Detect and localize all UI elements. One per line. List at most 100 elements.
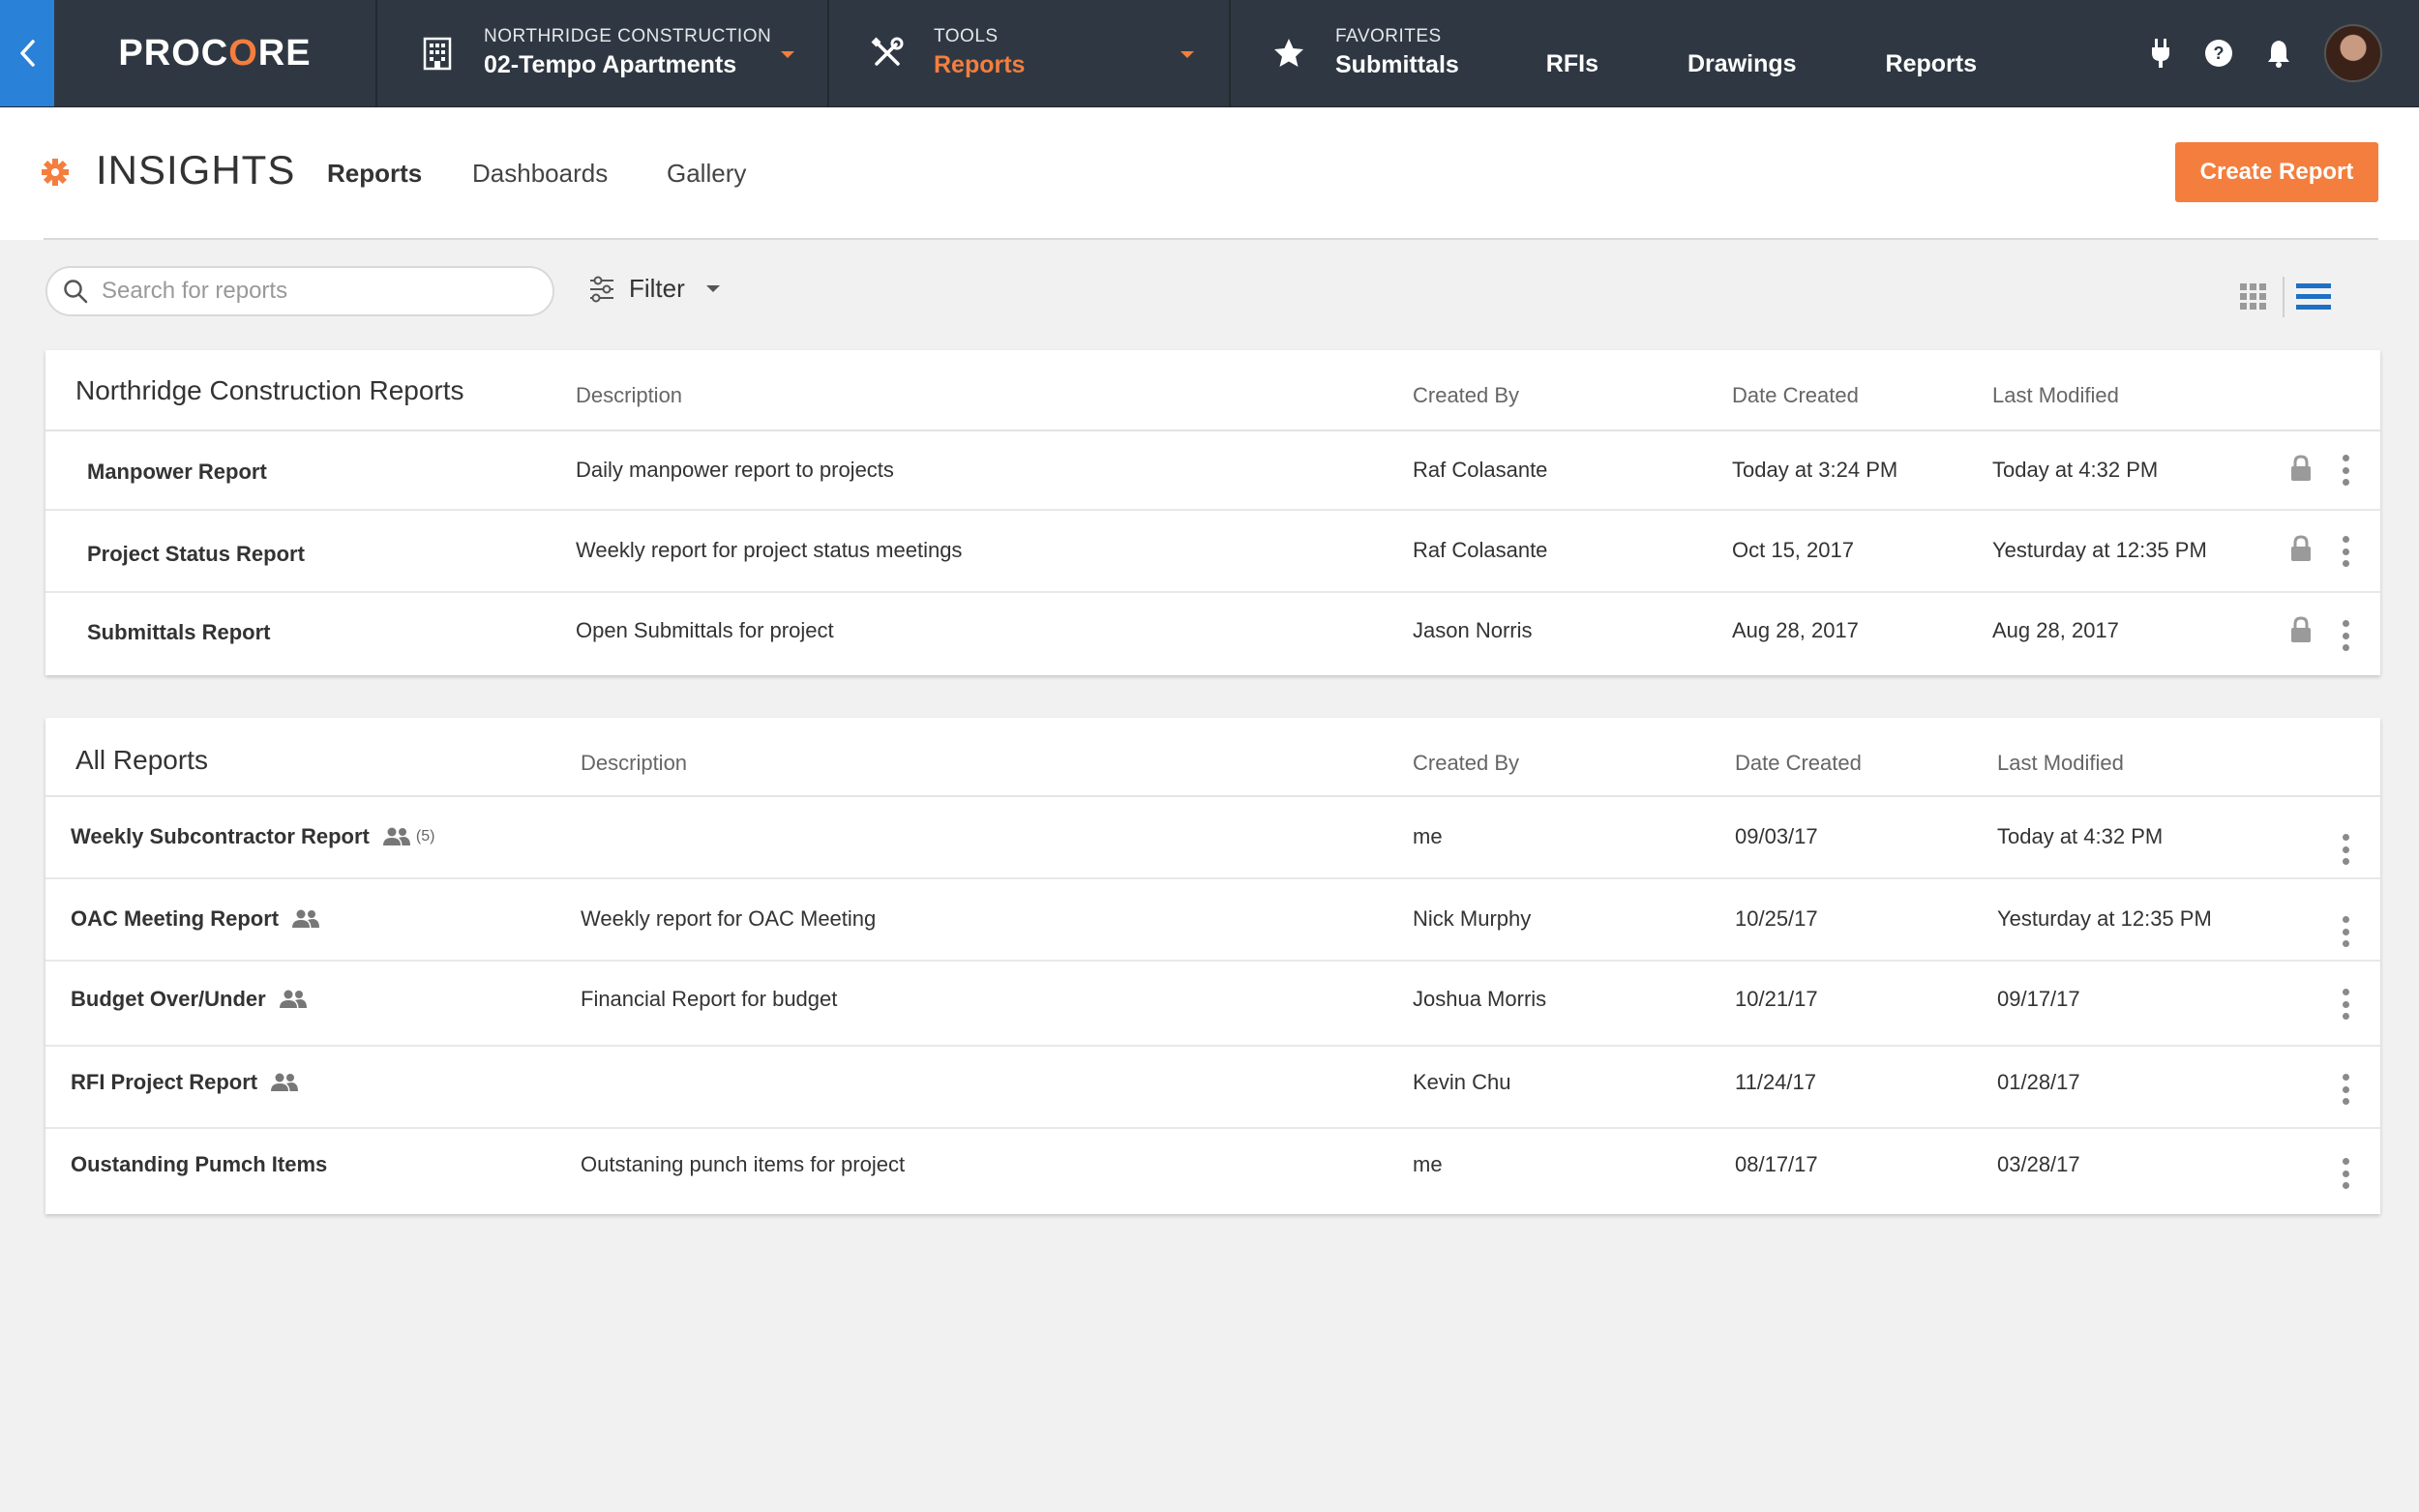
more-options-icon[interactable] [2341, 989, 2350, 1020]
table-row[interactable]: RFI Project Report Kevin Chu 11/24/17 01… [45, 1047, 2380, 1129]
report-created-by: Joshua Morris [1413, 987, 1547, 1011]
favorite-link-rfis[interactable]: RFIs [1546, 50, 1598, 78]
column-header-date-created[interactable]: Date Created [1732, 383, 1859, 408]
column-header-created-by[interactable]: Created By [1413, 383, 1519, 408]
report-date-created: 10/25/17 [1735, 906, 1818, 931]
filter-dropdown[interactable]: Filter [588, 274, 720, 304]
more-options-icon[interactable] [2341, 1074, 2350, 1105]
more-options-icon[interactable] [2341, 916, 2350, 947]
favorite-link-drawings[interactable]: Drawings [1687, 50, 1797, 78]
table-row[interactable]: Oustanding Pumch Items Outstaning punch … [45, 1129, 2380, 1210]
report-name[interactable]: Project Status Report [87, 542, 305, 567]
shared-users-icon [382, 827, 410, 846]
star-icon [1271, 36, 1306, 71]
table-header: All Reports Description Created By Date … [45, 718, 2380, 797]
favorite-link-reports[interactable]: Reports [1886, 50, 1977, 78]
user-avatar[interactable] [2324, 24, 2382, 82]
search-icon [64, 280, 88, 304]
favorite-link-submittals[interactable]: FAVORITES Submittals [1335, 25, 1459, 81]
top-navigation: PROCORE NORTHRIDGE CONSTRUCTION 02-Tempo… [0, 0, 2419, 107]
svg-text:?: ? [2214, 44, 2225, 63]
table-row[interactable]: Weekly Subcontractor Report (5) me 09/03… [45, 797, 2380, 879]
report-last-modified: Today at 4:32 PM [1997, 824, 2164, 848]
project-name: 02-Tempo Apartments [484, 51, 737, 78]
report-created-by: me [1413, 824, 1443, 848]
current-tool: Reports [934, 51, 1026, 78]
table-row[interactable]: Manpower Report Daily manpower report to… [45, 431, 2380, 511]
more-options-icon[interactable] [2341, 536, 2350, 567]
all-reports-table: All Reports Description Created By Date … [45, 718, 2380, 1214]
report-name-label: Weekly Subcontractor Report [71, 824, 370, 848]
create-report-button[interactable]: Create Report [2175, 142, 2378, 202]
report-last-modified: Yesturday at 12:35 PM [1997, 906, 2212, 931]
report-name[interactable]: RFI Project Report [71, 1070, 299, 1095]
report-created-by: Nick Murphy [1413, 906, 1532, 931]
report-name[interactable]: Weekly Subcontractor Report (5) [71, 824, 434, 849]
more-options-icon[interactable] [2341, 455, 2350, 486]
report-date-created: Today at 3:24 PM [1732, 458, 1898, 482]
report-description: Financial Report for budget [581, 987, 838, 1011]
column-header-description[interactable]: Description [576, 383, 682, 408]
report-name-label: OAC Meeting Report [71, 906, 280, 931]
report-date-created: 11/24/17 [1735, 1070, 1817, 1094]
company-name: NORTHRIDGE CONSTRUCTION [484, 26, 772, 46]
report-name[interactable]: Submittals Report [87, 620, 270, 645]
report-description: Outstaning punch items for project [581, 1152, 906, 1176]
column-header-last-modified[interactable]: Last Modified [1992, 383, 2119, 408]
report-name[interactable]: Oustanding Pumch Items [71, 1152, 327, 1177]
table-row[interactable]: OAC Meeting Report Weekly report for OAC… [45, 879, 2380, 962]
back-button[interactable] [0, 0, 54, 106]
help-icon[interactable]: ? [2204, 39, 2233, 68]
column-header-description[interactable]: Description [581, 751, 687, 776]
tools-icon [870, 36, 905, 71]
table-row[interactable]: Submittals Report Open Submittals for pr… [45, 593, 2380, 671]
view-toggle-divider [2283, 277, 2285, 317]
sliders-icon [590, 276, 613, 302]
gear-icon [41, 158, 70, 192]
report-last-modified: 03/28/17 [1997, 1152, 2080, 1176]
report-name[interactable]: OAC Meeting Report [71, 906, 320, 932]
more-options-icon[interactable] [2341, 834, 2350, 865]
column-header-last-modified[interactable]: Last Modified [1997, 751, 2124, 776]
chevron-down-icon [705, 285, 720, 292]
favorite-label: Submittals [1335, 51, 1459, 78]
plug-icon[interactable] [2150, 38, 2171, 69]
report-created-by: Raf Colasante [1413, 538, 1548, 562]
table-title: Northridge Construction Reports [75, 375, 464, 405]
more-options-icon[interactable] [2341, 620, 2350, 651]
report-name[interactable]: Manpower Report [87, 460, 267, 485]
grid-view-icon[interactable] [2239, 282, 2268, 316]
chevron-down-icon [781, 51, 794, 58]
table-title: All Reports [75, 745, 208, 775]
report-last-modified: 01/28/17 [1997, 1070, 2080, 1094]
tab-gallery[interactable]: Gallery [667, 159, 746, 189]
report-last-modified: Yesturday at 12:35 PM [1992, 538, 2207, 562]
shared-users-icon [279, 990, 307, 1009]
share-count: (5) [415, 828, 435, 845]
table-row[interactable]: Project Status Report Weekly report for … [45, 511, 2380, 593]
building-icon [420, 36, 455, 71]
tab-dashboards[interactable]: Dashboards [472, 159, 608, 189]
report-last-modified: Aug 28, 2017 [1992, 618, 2119, 642]
report-last-modified: 09/17/17 [1997, 987, 2080, 1011]
page-title: INSIGHTS [96, 147, 296, 193]
search-box [45, 266, 554, 316]
table-row[interactable]: Budget Over/Under Financial Report for b… [45, 962, 2380, 1047]
procore-logo[interactable]: PROCORE [54, 0, 377, 106]
report-created-by: Kevin Chu [1413, 1070, 1511, 1094]
tools-selector[interactable]: TOOLS Reports [829, 0, 1231, 106]
bell-icon[interactable] [2266, 39, 2291, 68]
column-header-date-created[interactable]: Date Created [1735, 751, 1862, 776]
list-view-icon[interactable] [2296, 282, 2331, 316]
tab-reports[interactable]: Reports [327, 159, 422, 189]
search-input[interactable] [102, 278, 518, 305]
report-description: Weekly report for OAC Meeting [581, 906, 877, 931]
report-last-modified: Today at 4:32 PM [1992, 458, 2159, 482]
column-header-created-by[interactable]: Created By [1413, 751, 1519, 776]
report-date-created: 08/17/17 [1735, 1152, 1818, 1176]
report-name[interactable]: Budget Over/Under [71, 987, 307, 1012]
more-options-icon[interactable] [2341, 1158, 2350, 1189]
favorites-label: FAVORITES [1335, 26, 1442, 46]
report-date-created: 09/03/17 [1735, 824, 1818, 848]
project-selector[interactable]: NORTHRIDGE CONSTRUCTION 02-Tempo Apartme… [377, 0, 829, 106]
